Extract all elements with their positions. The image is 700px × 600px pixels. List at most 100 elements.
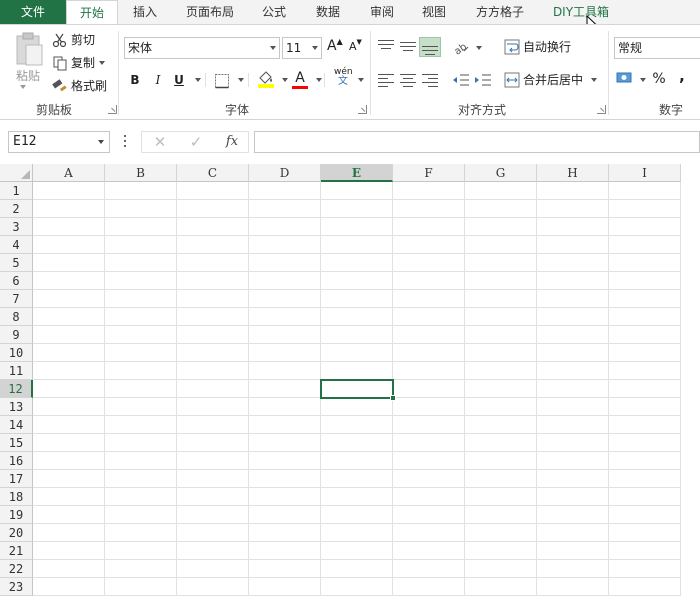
cell-b9[interactable] — [105, 326, 177, 344]
cell-d23[interactable] — [249, 578, 321, 596]
cell-c8[interactable] — [177, 308, 249, 326]
column-header-h[interactable]: H — [537, 164, 609, 182]
row-header-22[interactable]: 22 — [0, 560, 33, 578]
cell-d2[interactable] — [249, 200, 321, 218]
cell-i10[interactable] — [609, 344, 681, 362]
cell-d12[interactable] — [249, 380, 321, 398]
cell-i23[interactable] — [609, 578, 681, 596]
tab-page-layout[interactable]: 页面布局 — [178, 0, 242, 24]
cell-i7[interactable] — [609, 290, 681, 308]
cell-b2[interactable] — [105, 200, 177, 218]
cell-b8[interactable] — [105, 308, 177, 326]
cell-d15[interactable] — [249, 434, 321, 452]
wrap-text-button[interactable]: 自动换行 — [504, 38, 571, 55]
cell-e2[interactable] — [321, 200, 393, 218]
row-header-6[interactable]: 6 — [0, 272, 33, 290]
percent-style-button[interactable]: % — [650, 70, 668, 88]
cell-g10[interactable] — [465, 344, 537, 362]
font-name-combobox[interactable]: 宋体 — [124, 37, 280, 59]
cell-i1[interactable] — [609, 182, 681, 200]
cell-a7[interactable] — [33, 290, 105, 308]
tab-diy-toolbox[interactable]: DIY工具箱 — [548, 0, 614, 24]
cell-e16[interactable] — [321, 452, 393, 470]
cell-f3[interactable] — [393, 218, 465, 236]
paste-dropdown-arrow[interactable] — [20, 85, 26, 89]
cell-e7[interactable] — [321, 290, 393, 308]
cell-g16[interactable] — [465, 452, 537, 470]
cell-h15[interactable] — [537, 434, 609, 452]
cancel-icon[interactable]: ✕ — [146, 132, 174, 152]
cell-c14[interactable] — [177, 416, 249, 434]
row-header-3[interactable]: 3 — [0, 218, 33, 236]
cell-i3[interactable] — [609, 218, 681, 236]
cell-d6[interactable] — [249, 272, 321, 290]
align-left-icon[interactable] — [378, 73, 394, 87]
column-header-f[interactable]: F — [393, 164, 465, 182]
cell-i21[interactable] — [609, 542, 681, 560]
cell-e8[interactable] — [321, 308, 393, 326]
row-header-12[interactable]: 12 — [0, 380, 33, 398]
cell-b22[interactable] — [105, 560, 177, 578]
row-header-14[interactable]: 14 — [0, 416, 33, 434]
cell-f19[interactable] — [393, 506, 465, 524]
number-format-combobox[interactable]: 常规 — [614, 37, 700, 59]
enter-icon[interactable]: ✓ — [182, 132, 210, 152]
cell-b23[interactable] — [105, 578, 177, 596]
cell-a19[interactable] — [33, 506, 105, 524]
cell-a15[interactable] — [33, 434, 105, 452]
cell-f22[interactable] — [393, 560, 465, 578]
cell-g4[interactable] — [465, 236, 537, 254]
cell-f5[interactable] — [393, 254, 465, 272]
cell-c9[interactable] — [177, 326, 249, 344]
cell-g18[interactable] — [465, 488, 537, 506]
cell-c21[interactable] — [177, 542, 249, 560]
font-color-button[interactable]: A — [292, 69, 308, 89]
cell-f12[interactable] — [393, 380, 465, 398]
cell-d21[interactable] — [249, 542, 321, 560]
cell-h7[interactable] — [537, 290, 609, 308]
cell-g17[interactable] — [465, 470, 537, 488]
cell-h22[interactable] — [537, 560, 609, 578]
cell-g14[interactable] — [465, 416, 537, 434]
chevron-down-icon[interactable] — [270, 46, 276, 50]
comma-style-button[interactable]: , — [676, 67, 688, 85]
row-header-4[interactable]: 4 — [0, 236, 33, 254]
cell-b5[interactable] — [105, 254, 177, 272]
cell-f20[interactable] — [393, 524, 465, 542]
more-options-icon[interactable] — [122, 134, 128, 148]
cell-f2[interactable] — [393, 200, 465, 218]
cell-c7[interactable] — [177, 290, 249, 308]
cell-h11[interactable] — [537, 362, 609, 380]
tab-fangfang[interactable]: 方方格子 — [468, 0, 532, 24]
cell-a6[interactable] — [33, 272, 105, 290]
cell-b20[interactable] — [105, 524, 177, 542]
row-header-19[interactable]: 19 — [0, 506, 33, 524]
cell-g11[interactable] — [465, 362, 537, 380]
tab-file[interactable]: 文件 — [0, 0, 66, 24]
cell-c23[interactable] — [177, 578, 249, 596]
cell-b6[interactable] — [105, 272, 177, 290]
insert-function-button[interactable]: fx — [218, 132, 246, 152]
column-header-b[interactable]: B — [105, 164, 177, 182]
cell-a18[interactable] — [33, 488, 105, 506]
cell-b13[interactable] — [105, 398, 177, 416]
cell-h4[interactable] — [537, 236, 609, 254]
cell-d1[interactable] — [249, 182, 321, 200]
cell-i19[interactable] — [609, 506, 681, 524]
cell-f8[interactable] — [393, 308, 465, 326]
cell-e5[interactable] — [321, 254, 393, 272]
cell-a13[interactable] — [33, 398, 105, 416]
cell-b3[interactable] — [105, 218, 177, 236]
cell-d3[interactable] — [249, 218, 321, 236]
cell-e10[interactable] — [321, 344, 393, 362]
cell-e3[interactable] — [321, 218, 393, 236]
cell-h1[interactable] — [537, 182, 609, 200]
cell-d18[interactable] — [249, 488, 321, 506]
copy-button[interactable]: 复制 — [52, 54, 106, 71]
phonetic-guide-button[interactable]: wén 文 — [334, 68, 353, 87]
cell-c19[interactable] — [177, 506, 249, 524]
row-header-17[interactable]: 17 — [0, 470, 33, 488]
copy-dropdown-arrow[interactable] — [99, 60, 106, 65]
clipboard-dialog-launcher-icon[interactable] — [108, 105, 117, 114]
cell-h6[interactable] — [537, 272, 609, 290]
